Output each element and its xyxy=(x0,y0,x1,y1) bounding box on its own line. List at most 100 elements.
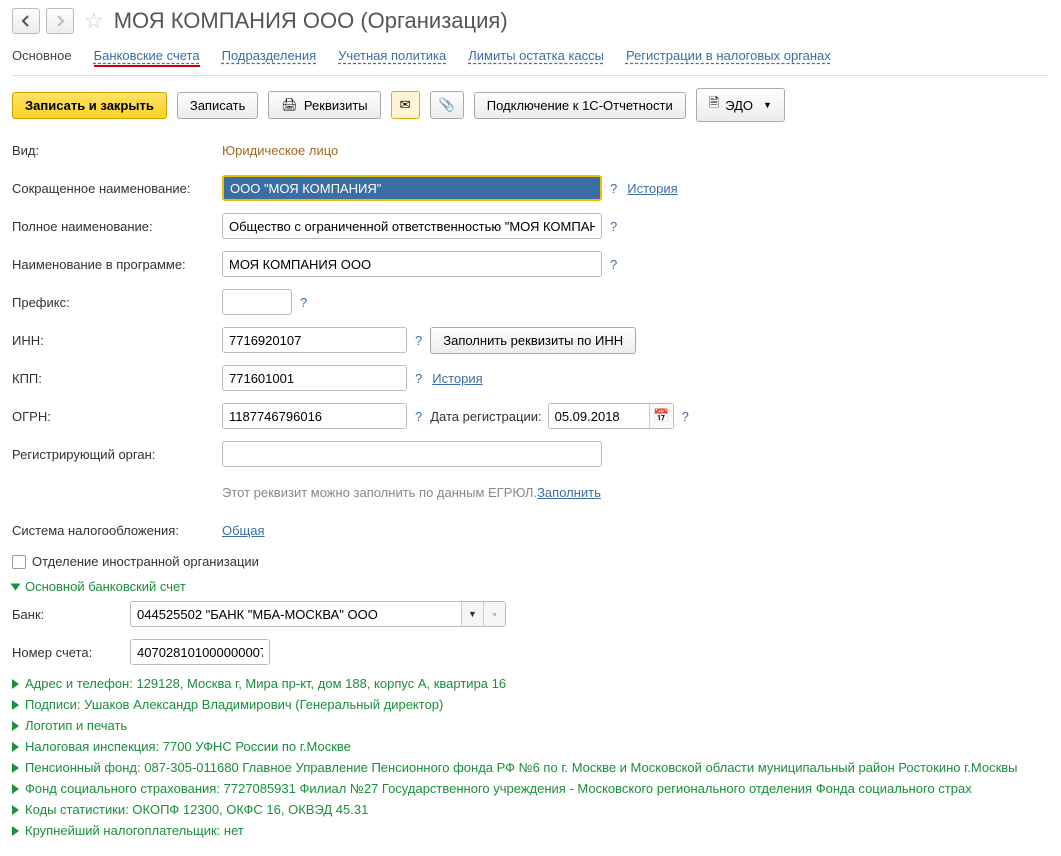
help-reg-date[interactable]: ? xyxy=(682,409,689,424)
foreign-branch-label: Отделение иностранной организации xyxy=(32,554,259,569)
bank-input[interactable] xyxy=(131,602,461,626)
foreign-branch-checkbox[interactable] xyxy=(12,555,26,569)
chevron-right-icon xyxy=(12,721,19,731)
section-address[interactable]: Адрес и телефон: 129128, Москва г, Мира … xyxy=(12,676,1049,691)
tab-accounting-policy[interactable]: Учетная политика xyxy=(338,48,446,67)
bank-dropdown-button[interactable]: ▼ xyxy=(461,602,483,626)
prefix-label: Префикс: xyxy=(12,295,222,310)
chevron-right-icon xyxy=(12,763,19,773)
tab-bank-accounts[interactable]: Банковские счета xyxy=(94,48,200,67)
requisites-label: Реквизиты xyxy=(304,98,368,113)
section-logo[interactable]: Логотип и печать xyxy=(12,718,1049,733)
section-big-taxpayer[interactable]: Крупнейший налогоплательщик: нет xyxy=(12,823,1049,838)
section-stat-codes[interactable]: Коды статистики: ОКОПФ 12300, ОКФС 16, О… xyxy=(12,802,1049,817)
ogrn-label: ОГРН: xyxy=(12,409,222,424)
short-name-label: Сокращенное наименование: xyxy=(12,181,222,196)
paperclip-icon: 📎 xyxy=(439,97,455,113)
full-name-label: Полное наименование: xyxy=(12,219,222,234)
reg-authority-label: Регистрирующий орган: xyxy=(12,447,222,462)
tax-system-label: Система налогообложения: xyxy=(12,523,222,538)
nav-back-button[interactable] xyxy=(12,8,40,34)
account-label: Номер счета: xyxy=(12,645,130,660)
reg-authority-input[interactable] xyxy=(222,441,602,467)
tab-cash-limits[interactable]: Лимиты остатка кассы xyxy=(468,48,604,67)
edo-button[interactable]: 🗎 ЭДО ▼ xyxy=(696,88,785,122)
section-stats-title: Коды статистики: ОКОПФ 12300, ОКФС 16, О… xyxy=(25,802,368,817)
calendar-button[interactable]: 📅 xyxy=(649,404,673,428)
fill-link[interactable]: Заполнить xyxy=(537,485,601,500)
connect-1c-button[interactable]: Подключение к 1С-Отчетности xyxy=(474,92,686,119)
section-signatures-title: Подписи: Ушаков Александр Владимирович (… xyxy=(25,697,443,712)
help-full-name[interactable]: ? xyxy=(610,219,617,234)
section-tax-inspection[interactable]: Налоговая инспекция: 7700 УФНС России по… xyxy=(12,739,1049,754)
history-link-short[interactable]: История xyxy=(627,181,677,196)
mail-button[interactable]: ✉ xyxy=(391,91,420,119)
help-kpp[interactable]: ? xyxy=(415,371,422,386)
prog-name-input[interactable] xyxy=(222,251,602,277)
favorite-star-icon[interactable]: ☆ xyxy=(84,8,104,34)
kpp-input[interactable] xyxy=(222,365,407,391)
reg-date-input[interactable] xyxy=(549,404,649,428)
kpp-label: КПП: xyxy=(12,371,222,386)
section-signatures[interactable]: Подписи: Ушаков Александр Владимирович (… xyxy=(12,697,1049,712)
kind-value: Юридическое лицо xyxy=(222,143,338,158)
prog-name-label: Наименование в программе: xyxy=(12,257,222,272)
tab-main[interactable]: Основное xyxy=(12,48,72,67)
help-inn[interactable]: ? xyxy=(415,333,422,348)
short-name-input[interactable] xyxy=(222,175,602,201)
chevron-right-icon xyxy=(12,679,19,689)
arrow-left-icon xyxy=(20,15,32,27)
section-bank-title: Основной банковский счет xyxy=(25,579,186,594)
fill-by-inn-button[interactable]: Заполнить реквизиты по ИНН xyxy=(430,327,636,354)
inn-input[interactable] xyxy=(222,327,407,353)
edo-label: ЭДО xyxy=(725,98,753,113)
tab-divisions[interactable]: Подразделения xyxy=(222,48,317,67)
history-link-kpp[interactable]: История xyxy=(432,371,482,386)
save-button[interactable]: Записать xyxy=(177,92,259,119)
section-logo-title: Логотип и печать xyxy=(25,718,127,733)
account-input[interactable] xyxy=(130,639,270,665)
requisites-button[interactable]: 🖨 Реквизиты xyxy=(268,91,380,119)
help-prog-name[interactable]: ? xyxy=(610,257,617,272)
chevron-right-icon xyxy=(12,700,19,710)
section-pension-fund[interactable]: Пенсионный фонд: 087-305-011680 Главное … xyxy=(12,760,1049,775)
nav-forward-button[interactable] xyxy=(46,8,74,34)
chevron-right-icon xyxy=(12,742,19,752)
help-short-name[interactable]: ? xyxy=(610,181,617,196)
help-prefix[interactable]: ? xyxy=(300,295,307,310)
section-pension-title: Пенсионный фонд: 087-305-011680 Главное … xyxy=(25,760,1018,775)
mail-icon: ✉ xyxy=(400,97,411,113)
arrow-right-icon xyxy=(54,15,66,27)
save-and-close-button[interactable]: Записать и закрыть xyxy=(12,92,167,119)
section-address-title: Адрес и телефон: 129128, Москва г, Мира … xyxy=(25,676,506,691)
dropdown-caret-icon: ▼ xyxy=(763,100,772,110)
section-social-title: Фонд социального страхования: 7727085931… xyxy=(25,781,972,796)
printer-icon: 🖨 xyxy=(281,97,298,113)
section-big-tax-title: Крупнейший налогоплательщик: нет xyxy=(25,823,244,838)
kind-label: Вид: xyxy=(12,143,222,158)
full-name-input[interactable] xyxy=(222,213,602,239)
chevron-down-icon xyxy=(11,583,21,590)
tab-tax-registrations[interactable]: Регистрации в налоговых органах xyxy=(626,48,831,67)
calendar-icon: 📅 xyxy=(653,408,669,424)
chevron-right-icon xyxy=(12,784,19,794)
prefix-input[interactable] xyxy=(222,289,292,315)
toolbar: Записать и закрыть Записать 🖨 Реквизиты … xyxy=(12,88,1049,122)
page-title: МОЯ КОМПАНИЯ ООО (Организация) xyxy=(114,8,508,34)
tab-bar: Основное Банковские счета Подразделения … xyxy=(12,44,1049,76)
section-social-insurance[interactable]: Фонд социального страхования: 7727085931… xyxy=(12,781,1049,796)
reg-hint-text: Этот реквизит можно заполнить по данным … xyxy=(222,485,537,500)
document-icon: 🗎 xyxy=(709,94,719,116)
bank-open-button[interactable]: ▫ xyxy=(483,602,505,626)
caret-down-icon: ▼ xyxy=(468,609,477,619)
section-tax-insp-title: Налоговая инспекция: 7700 УФНС России по… xyxy=(25,739,351,754)
attachment-button[interactable]: 📎 xyxy=(430,91,464,119)
help-ogrn[interactable]: ? xyxy=(415,409,422,424)
inn-label: ИНН: xyxy=(12,333,222,348)
open-dialog-icon: ▫ xyxy=(493,609,496,619)
ogrn-input[interactable] xyxy=(222,403,407,429)
reg-date-label: Дата регистрации: xyxy=(430,409,541,424)
tax-system-value[interactable]: Общая xyxy=(222,523,265,538)
bank-label: Банк: xyxy=(12,607,130,622)
section-bank-account[interactable]: Основной банковский счет xyxy=(12,579,1049,594)
